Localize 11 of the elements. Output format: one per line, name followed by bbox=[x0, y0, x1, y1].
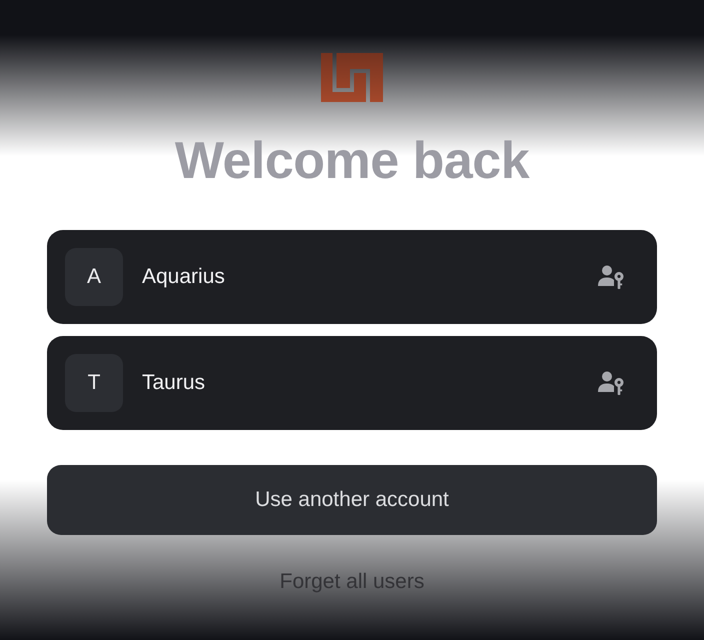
avatar-initial: A bbox=[65, 248, 123, 306]
use-another-account-button[interactable]: Use another account bbox=[47, 465, 657, 535]
user-key-icon bbox=[598, 371, 624, 395]
logo-icon bbox=[321, 53, 383, 102]
user-key-icon bbox=[598, 265, 624, 289]
avatar-initial: T bbox=[65, 354, 123, 412]
account-name: Taurus bbox=[142, 370, 206, 396]
account-name: Aquarius bbox=[142, 264, 225, 290]
account-card[interactable]: A Aquarius bbox=[47, 230, 657, 324]
account-card[interactable]: T Taurus bbox=[47, 336, 657, 430]
welcome-title: Welcome back bbox=[174, 133, 530, 189]
